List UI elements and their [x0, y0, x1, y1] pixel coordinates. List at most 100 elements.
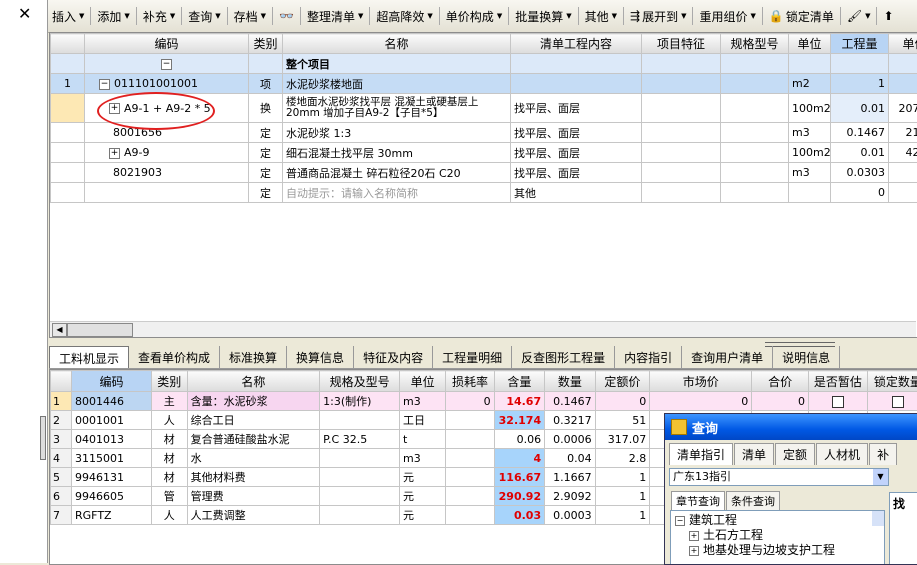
spec-cell[interactable]: [721, 74, 789, 94]
code-cell[interactable]: −011101001001: [85, 74, 249, 94]
tab-4[interactable]: 特征及内容: [354, 346, 433, 368]
code-cell[interactable]: 9946605: [72, 487, 152, 506]
column-header[interactable]: 工程量: [831, 34, 889, 54]
dialog-subtab-0[interactable]: 章节查询: [671, 491, 725, 510]
total-cell[interactable]: 0: [752, 392, 809, 411]
toolbar-button-其他[interactable]: 其他▼: [581, 8, 621, 25]
toolbar-button-单价构成[interactable]: 单价构成▼: [442, 8, 506, 25]
tree-node[interactable]: +土石方工程: [675, 528, 880, 543]
loss-cell[interactable]: [446, 487, 494, 506]
quota-cell[interactable]: 51: [595, 411, 650, 430]
collapse-icon[interactable]: −: [99, 79, 110, 90]
unit-cell[interactable]: m3: [400, 392, 446, 411]
quota-cell[interactable]: 1: [595, 487, 650, 506]
tab-5[interactable]: 工程量明细: [433, 346, 512, 368]
name-cell[interactable]: 水泥砂浆楼地面: [283, 74, 511, 94]
dialog-tab-4[interactable]: 补: [869, 443, 897, 465]
dialog-titlebar[interactable]: 查询: [665, 414, 917, 440]
toolbar-button-存档[interactable]: 存档▼: [230, 8, 270, 25]
quantity-cell[interactable]: 0.01: [831, 143, 889, 163]
column-header[interactable]: 定额价: [595, 371, 650, 392]
quantity-cell[interactable]: 1: [831, 74, 889, 94]
toolbar-button-添加[interactable]: 添加▼: [93, 8, 133, 25]
toolbar-button-展开到[interactable]: ⇶展开到▼: [626, 8, 690, 25]
spec-cell[interactable]: 1:3(制作): [320, 392, 400, 411]
toolbar-button-补充[interactable]: 补充▼: [139, 8, 179, 25]
spec-cell[interactable]: [721, 143, 789, 163]
quota-cell[interactable]: 1: [595, 506, 650, 525]
tab-2[interactable]: 标准换算: [220, 346, 287, 368]
estimate-checkbox[interactable]: [832, 396, 844, 408]
loss-cell[interactable]: [446, 468, 494, 487]
code-cell[interactable]: RGFTZ: [72, 506, 152, 525]
table-row[interactable]: 定自动提示：请输入名称简称其他0: [51, 183, 917, 203]
count-cell[interactable]: 1.1667: [545, 468, 595, 487]
group-row[interactable]: −整个项目: [51, 54, 917, 74]
guide-select[interactable]: 广东13指引 ▼: [669, 468, 889, 486]
dialog-tab-3[interactable]: 人材机: [816, 443, 868, 465]
tree-node[interactable]: −建筑工程: [675, 513, 880, 528]
quota-cell[interactable]: 2.8: [595, 449, 650, 468]
column-header[interactable]: 类别: [151, 371, 187, 392]
tab-8[interactable]: 查询用户清单: [682, 346, 773, 368]
name-cell[interactable]: 普通商品混凝土 碎石粒径20石 C20: [283, 163, 511, 183]
unit-cell[interactable]: 100m2: [789, 94, 831, 123]
column-header[interactable]: 单价: [889, 34, 917, 54]
code-cell[interactable]: 8021903: [85, 163, 249, 183]
tree-scrollbar[interactable]: [872, 511, 884, 526]
column-header[interactable]: 数量: [545, 371, 595, 392]
quantity-cell[interactable]: 0.01: [831, 94, 889, 123]
tab-0[interactable]: 工料机显示: [49, 346, 129, 368]
quantity-cell[interactable]: 0.1467: [831, 123, 889, 143]
column-header[interactable]: 清单工程内容: [511, 34, 642, 54]
tab-7[interactable]: 内容指引: [615, 346, 682, 368]
loss-cell[interactable]: [446, 506, 494, 525]
expand-icon[interactable]: +: [109, 148, 120, 159]
column-header[interactable]: 规格型号: [721, 34, 789, 54]
dialog-tab-1[interactable]: 清单: [734, 443, 774, 465]
dialog-subtab-1[interactable]: 条件查询: [726, 491, 780, 510]
estimate-checkbox-cell[interactable]: [809, 392, 868, 411]
column-header[interactable]: 名称: [187, 371, 319, 392]
type-cell[interactable]: 材: [151, 468, 187, 487]
lock-qty-checkbox-cell[interactable]: [867, 392, 917, 411]
collapse-icon[interactable]: −: [161, 59, 172, 70]
name-cell[interactable]: 水: [187, 449, 319, 468]
unit-cell[interactable]: t: [400, 430, 446, 449]
toolbar-button-锁定清单[interactable]: 🔒锁定清单: [765, 8, 838, 25]
code-cell[interactable]: 0401013: [72, 430, 152, 449]
column-header[interactable]: 合价: [752, 371, 809, 392]
toolbar-button-paint-icon[interactable]: 🖌▼: [843, 9, 875, 23]
unit-cell[interactable]: 元: [400, 506, 446, 525]
tab-9[interactable]: 说明信息: [773, 346, 840, 368]
content-cell[interactable]: 找平层、面层: [511, 123, 642, 143]
unit-cell[interactable]: [789, 183, 831, 203]
type-cell[interactable]: 管: [151, 487, 187, 506]
name-cell[interactable]: 综合工日: [187, 411, 319, 430]
lock-qty-checkbox[interactable]: [892, 396, 904, 408]
loss-cell[interactable]: 0: [446, 392, 494, 411]
name-cell[interactable]: 含量：水泥砂浆: [187, 392, 319, 411]
type-cell[interactable]: 材: [151, 430, 187, 449]
unit-cell[interactable]: 100m2: [789, 143, 831, 163]
dialog-tab-0[interactable]: 清单指引: [669, 443, 733, 465]
toolbar-button-binoculars-icon[interactable]: 👓: [275, 9, 298, 23]
unit-cell[interactable]: 元: [400, 487, 446, 506]
feature-cell[interactable]: [642, 94, 721, 123]
pane-splitter[interactable]: [40, 416, 46, 460]
chevron-down-icon[interactable]: ▼: [873, 469, 888, 485]
count-cell[interactable]: 0.0003: [545, 506, 595, 525]
horizontal-scrollbar[interactable]: ◀: [50, 321, 916, 337]
content-cell[interactable]: 4: [494, 449, 544, 468]
quota-cell[interactable]: 1: [595, 468, 650, 487]
content-cell[interactable]: 找平层、面层: [511, 143, 642, 163]
expand-icon[interactable]: +: [689, 546, 699, 556]
loss-cell[interactable]: [446, 411, 494, 430]
code-cell[interactable]: 0001001: [72, 411, 152, 430]
content-cell[interactable]: 其他: [511, 183, 642, 203]
spec-cell[interactable]: [721, 123, 789, 143]
type-cell[interactable]: 材: [151, 449, 187, 468]
scroll-left-icon[interactable]: ◀: [52, 323, 67, 337]
content-cell[interactable]: 找平层、面层: [511, 94, 642, 123]
column-header[interactable]: 市场价: [650, 371, 752, 392]
